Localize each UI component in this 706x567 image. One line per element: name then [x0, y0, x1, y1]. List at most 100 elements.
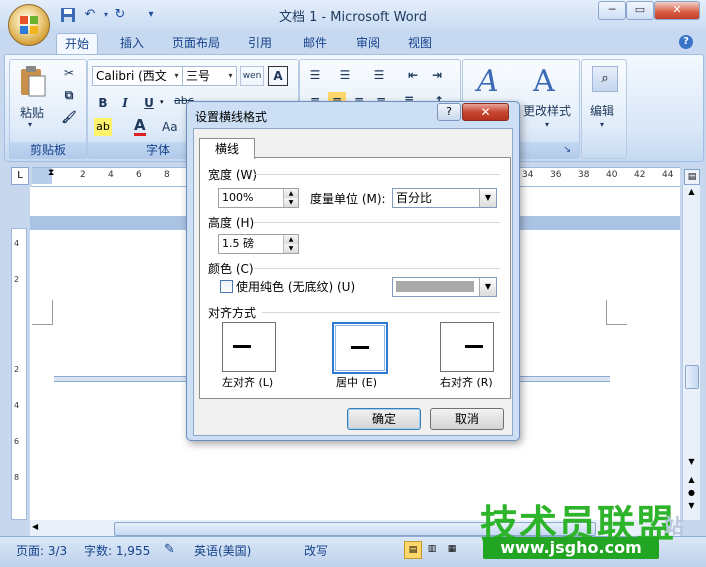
align-right-option[interactable]: [440, 322, 494, 372]
bold-button[interactable]: B: [94, 94, 112, 112]
editing-button[interactable]: 编辑: [590, 102, 614, 119]
numbering-icon[interactable]: ☰: [336, 66, 354, 84]
editing-dropdown-icon[interactable]: ▾: [600, 120, 604, 129]
align-right-label: 右对齐 (R): [440, 376, 493, 389]
view-ruler-icon[interactable]: ▤: [684, 169, 700, 185]
tab-home[interactable]: 开始: [56, 33, 99, 55]
help-icon[interactable]: ?: [679, 35, 693, 49]
increase-indent-icon[interactable]: ⇥: [428, 66, 446, 84]
height-input[interactable]: 1.5 磅 ▲ ▼: [218, 234, 299, 254]
width-value: 100%: [222, 191, 254, 204]
height-label: 高度 (H): [208, 216, 255, 230]
ribbon-tabs: 开始 插入 页面布局 引用 邮件 审阅 视图: [0, 30, 706, 55]
solid-color-label: 使用纯色 (无底纹) (U): [236, 280, 356, 294]
font-name-combo[interactable]: Calibri (西文 ▾: [92, 66, 183, 86]
tab-page-layout[interactable]: 页面布局: [164, 33, 228, 54]
tab-selector[interactable]: L: [11, 167, 29, 185]
binoculars-icon[interactable]: ⌕: [592, 66, 618, 92]
vertical-scrollbar[interactable]: ▲ ▼ ▲ ● ▼: [682, 185, 700, 520]
paste-dropdown-icon[interactable]: ▾: [28, 120, 32, 129]
dialog-help-button[interactable]: ?: [437, 103, 461, 121]
width-input[interactable]: 100% ▲ ▼: [218, 188, 299, 208]
change-styles-button[interactable]: 更改样式: [523, 102, 571, 119]
copy-icon[interactable]: ⧉: [60, 86, 78, 104]
chevron-down-icon: ▾: [228, 71, 233, 80]
highlight-icon[interactable]: ab: [94, 118, 112, 136]
office-logo-icon: [20, 16, 38, 34]
print-layout-view-icon[interactable]: ▤: [404, 541, 422, 559]
decrease-indent-icon[interactable]: ⇤: [404, 66, 422, 84]
watermark-site-text: 站: [664, 514, 684, 538]
ok-button[interactable]: 确定: [347, 408, 421, 430]
align-center-option[interactable]: [332, 322, 388, 374]
spin-down-icon[interactable]: ▼: [283, 244, 298, 253]
next-page-icon[interactable]: ▼: [685, 501, 698, 511]
paste-icon[interactable]: [18, 64, 48, 98]
office-button[interactable]: [8, 4, 50, 46]
chevron-down-icon: ▾: [174, 71, 179, 80]
align-left-option[interactable]: [222, 322, 276, 372]
restore-button[interactable]: ▭: [626, 1, 654, 20]
spin-up-icon[interactable]: ▲: [283, 189, 298, 198]
tab-horizontal-line[interactable]: 横线: [199, 138, 255, 159]
word-count[interactable]: 字数: 1,955: [84, 542, 150, 559]
italic-button[interactable]: I: [116, 94, 134, 112]
cancel-button[interactable]: 取消: [430, 408, 504, 430]
phonetic-guide-icon[interactable]: wen: [240, 66, 264, 86]
select-browse-object-icon[interactable]: ●: [685, 488, 698, 498]
change-case-button[interactable]: Aa: [162, 120, 178, 134]
scroll-thumb[interactable]: [685, 365, 699, 389]
font-size-combo[interactable]: 三号 ▾: [182, 66, 237, 86]
font-size-value: 三号: [186, 69, 211, 83]
scroll-down-icon[interactable]: ▼: [685, 457, 698, 469]
format-painter-icon[interactable]: 🖌: [60, 108, 78, 126]
bullets-icon[interactable]: ☰: [306, 66, 324, 84]
tab-review[interactable]: 审阅: [348, 33, 388, 54]
align-left-label: 左对齐 (L): [222, 376, 274, 389]
change-styles-icon[interactable]: A: [533, 64, 555, 99]
underline-button[interactable]: U: [140, 94, 158, 112]
spin-down-icon[interactable]: ▼: [283, 198, 298, 207]
proofing-icon[interactable]: ✎: [164, 542, 175, 557]
dialog-close-button[interactable]: ✕: [462, 103, 509, 121]
dialog-panel: 宽度 (W) 100% ▲ ▼ 度量单位 (M): 百分比 ▼ 高度 (H) 1.…: [199, 157, 511, 399]
chevron-down-icon: ▼: [479, 189, 496, 207]
unit-label: 度量单位 (M):: [310, 192, 386, 206]
unit-select[interactable]: 百分比 ▼: [392, 188, 497, 208]
paste-button[interactable]: 粘贴: [20, 104, 44, 121]
tab-mailings[interactable]: 邮件: [295, 33, 335, 54]
cut-icon[interactable]: ✂: [60, 64, 78, 82]
color-select[interactable]: ▼: [392, 277, 497, 297]
underline-dropdown-icon[interactable]: ▾: [160, 98, 164, 106]
indent-marker-icon[interactable]: ⧗: [48, 168, 54, 178]
page-count[interactable]: 页面: 3/3: [16, 542, 67, 559]
language-indicator[interactable]: 英语(美国): [194, 542, 251, 559]
change-styles-dropdown-icon[interactable]: ▾: [545, 120, 549, 129]
horizontal-line-format-dialog: 设置横线格式 ? ✕ 横线 宽度 (W) 100% ▲ ▼ 度量单位 (M): 百…: [186, 101, 520, 441]
scroll-up-icon[interactable]: ▲: [685, 187, 698, 199]
character-border-icon[interactable]: A: [268, 66, 288, 86]
font-color-icon[interactable]: A: [134, 118, 146, 136]
previous-page-icon[interactable]: ▲: [685, 475, 698, 485]
solid-color-checkbox[interactable]: [220, 280, 233, 293]
multilevel-list-icon[interactable]: ☰: [370, 66, 388, 84]
divider: [254, 174, 500, 175]
full-screen-reading-icon[interactable]: ▥: [424, 541, 440, 557]
quick-styles-icon[interactable]: A: [477, 64, 499, 99]
web-layout-icon[interactable]: ▦: [444, 541, 460, 557]
divider: [254, 268, 500, 269]
tab-view[interactable]: 视图: [400, 33, 440, 54]
minimize-button[interactable]: ─: [598, 1, 626, 20]
close-window-button[interactable]: ✕: [654, 1, 700, 20]
vertical-ruler[interactable]: 4 2 2 4 6 8: [11, 228, 27, 520]
scroll-left-icon[interactable]: ◀: [32, 522, 44, 534]
tab-references[interactable]: 引用: [240, 33, 280, 54]
editing-group: ⌕ 编辑 ▾: [581, 59, 627, 159]
clipboard-group: 粘贴 ▾ ✂ ⧉ 🖌 剪贴板: [9, 59, 87, 159]
height-value: 1.5 磅: [222, 237, 254, 250]
spin-up-icon[interactable]: ▲: [283, 235, 298, 244]
chevron-down-icon: ▼: [479, 278, 496, 296]
tab-insert[interactable]: 插入: [112, 33, 152, 54]
dialog-launcher-icon[interactable]: ↘: [563, 142, 571, 158]
overtype-indicator[interactable]: 改写: [304, 542, 328, 559]
